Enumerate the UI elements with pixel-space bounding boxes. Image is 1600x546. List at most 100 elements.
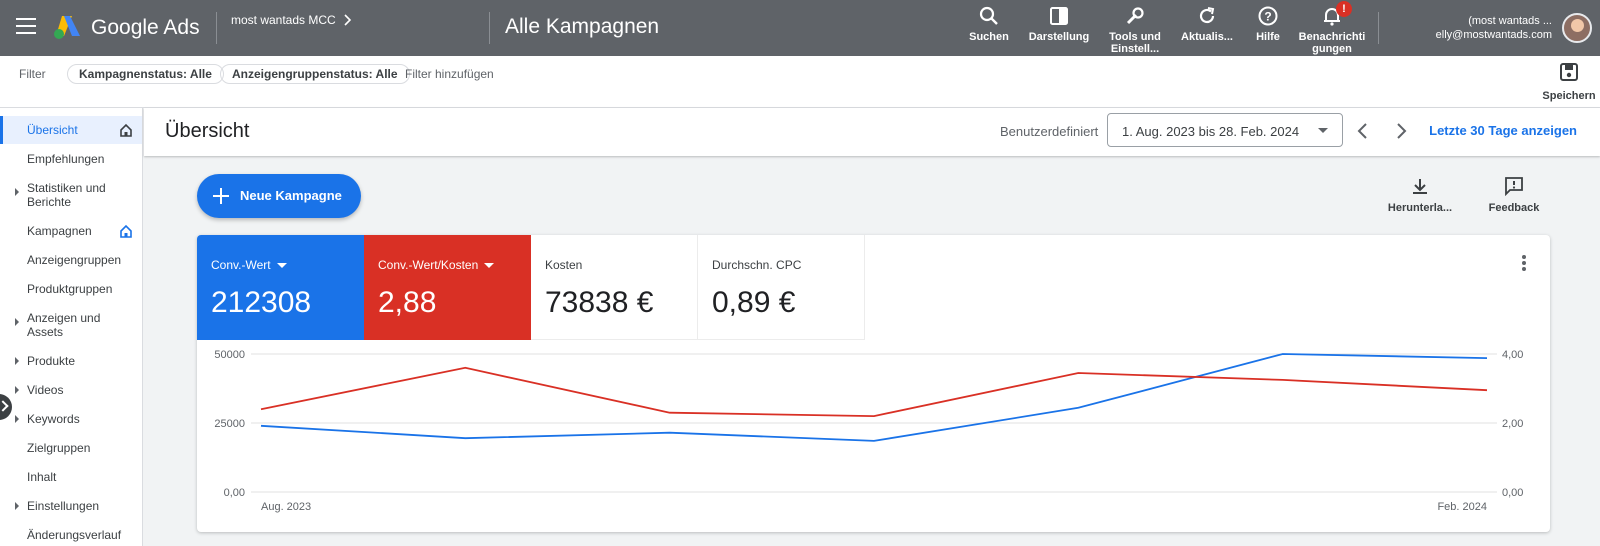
menu-icon[interactable] — [16, 18, 36, 34]
metric-avg-cpc[interactable]: Durchschn. CPC 0,89 € — [698, 235, 865, 340]
home-icon — [120, 224, 132, 238]
x-tick-label: Aug. 2023 — [261, 501, 311, 513]
search-icon — [979, 6, 998, 25]
add-filter-input[interactable]: Filter hinzufügen — [405, 67, 494, 81]
save-label: Speichern — [1542, 90, 1596, 102]
dropdown-arrow-icon — [276, 262, 287, 268]
wrench-icon — [1126, 7, 1144, 25]
sidebar-item-ads-assets[interactable]: Anzeigen und Assets — [0, 311, 142, 339]
account-selector[interactable]: most wantads MCC — [231, 13, 352, 27]
divider — [1378, 12, 1379, 44]
caret-right-icon — [15, 502, 19, 510]
page-title-bar: Übersicht Benutzerdefiniert 1. Aug. 2023… — [144, 108, 1600, 156]
help-button[interactable]: ? Hilfe — [1233, 5, 1303, 43]
plus-icon — [211, 186, 231, 206]
sidebar-item-label: Keywords — [27, 412, 80, 426]
feedback-button[interactable]: Feedback — [1474, 176, 1554, 214]
filter-label: Filter — [19, 67, 46, 81]
sidebar-item-label: Anzeigen und Assets — [27, 311, 101, 339]
sidebar-item-label: Videos — [27, 383, 64, 397]
notification-badge: ! — [1336, 1, 1352, 17]
refresh-button[interactable]: Aktualis... — [1172, 5, 1242, 43]
tool-label: Suchen — [969, 31, 1009, 43]
chevron-left-icon[interactable] — [1354, 122, 1372, 140]
page-title: Übersicht — [165, 120, 250, 142]
sidebar-item-adgroups[interactable]: Anzeigengruppen — [0, 253, 142, 269]
refresh-icon — [1199, 7, 1215, 24]
tool-label: Hilfe — [1256, 31, 1280, 43]
google-ads-logo — [54, 16, 80, 39]
caret-right-icon — [15, 188, 19, 196]
caret-right-icon — [15, 415, 19, 423]
user-info[interactable]: (most wantads ... elly@mostwantads.com — [1436, 14, 1552, 42]
performance-card: Conv.-Wert 212308 Conv.-Wert/Kosten 2,88… — [197, 235, 1550, 532]
sidebar-item-audiences[interactable]: Zielgruppen — [0, 441, 142, 457]
tool-label: Tools und Einstell... — [1109, 31, 1161, 55]
account-name: most wantads MCC — [231, 13, 336, 27]
y-left-tick-label: 0,00 — [224, 487, 245, 499]
tools-settings-button[interactable]: Tools und Einstell... — [1100, 5, 1170, 55]
new-campaign-button[interactable]: Neue Kampagne — [197, 174, 361, 218]
brand-name: Google Ads — [91, 16, 200, 39]
help-icon: ? — [1258, 6, 1278, 26]
filter-bar: Filter Kampagnenstatus: Alle Anzeigengru… — [0, 56, 1600, 108]
dropdown-arrow-icon — [484, 262, 495, 268]
sidebar-item-label: Produktgruppen — [27, 282, 113, 296]
sidebar-item-recommendations[interactable]: Empfehlungen — [0, 152, 142, 168]
caret-right-icon — [15, 357, 19, 365]
notifications-button[interactable]: ! Benachrichti gungen — [1297, 1, 1367, 55]
sidebar-item-videos[interactable]: Videos — [0, 383, 142, 399]
sidebar-item-label: Produkte — [27, 354, 76, 368]
appearance-button[interactable]: Darstellung — [1024, 5, 1094, 43]
search-button[interactable]: Suchen — [954, 5, 1024, 43]
metric-cost[interactable]: Kosten 73838 € — [531, 235, 698, 340]
sidebar-item-change-history[interactable]: Änderungsverlauf — [0, 528, 142, 544]
y-right-tick-label: 4,00 — [1502, 349, 1523, 361]
sidebar-item-keywords[interactable]: Keywords — [0, 412, 142, 428]
top-bar: Google Ads most wantads MCC Alle Kampagn… — [0, 0, 1600, 56]
y-left-tick-label: 50000 — [214, 349, 245, 361]
metric-name: Conv.-Wert — [211, 258, 271, 272]
sidebar-item-label: Übersicht — [27, 123, 78, 137]
download-button[interactable]: Herunterla... — [1380, 176, 1460, 214]
sidebar-item-campaigns[interactable]: Kampagnen — [0, 224, 142, 240]
last-30-days-link[interactable]: Letzte 30 Tage anzeigen — [1429, 123, 1577, 138]
sidebar-item-settings[interactable]: Einstellungen — [0, 499, 142, 515]
metric-name: Kosten — [545, 258, 583, 272]
date-range-select[interactable]: 1. Aug. 2023 bis 28. Feb. 2024 — [1107, 113, 1343, 147]
metric-name: Durchschn. CPC — [712, 258, 802, 272]
sidebar-item-label: Kampagnen — [27, 224, 92, 238]
series-line-conv-value-cost — [260, 366, 1488, 418]
sidebar-item-content[interactable]: Inhalt — [0, 470, 142, 486]
metric-conv-value[interactable]: Conv.-Wert 212308 — [197, 235, 364, 340]
y-right-tick-label: 0,00 — [1502, 487, 1523, 499]
sidebar-item-overview[interactable]: Übersicht — [0, 116, 142, 144]
sidebar-item-products[interactable]: Produkte — [0, 354, 142, 370]
series-line-conv-value — [260, 353, 1488, 442]
sidebar-item-label: Empfehlungen — [27, 152, 105, 166]
chevron-right-icon[interactable] — [1392, 122, 1410, 140]
sidebar-item-label: Änderungsverlauf — [27, 528, 122, 542]
home-icon — [120, 123, 132, 137]
user-email: elly@mostwantads.com — [1435, 29, 1552, 41]
save-button[interactable]: Speichern — [1542, 62, 1596, 102]
chevron-right-icon — [344, 14, 351, 26]
divider — [489, 12, 490, 44]
sidebar-item-reports[interactable]: Statistiken und Berichte — [0, 181, 142, 209]
filter-chip-campaign-status[interactable]: Kampagnenstatus: Alle — [67, 64, 224, 84]
metric-name: Conv.-Wert/Kosten — [378, 258, 479, 272]
metric-conv-value-cost[interactable]: Conv.-Wert/Kosten 2,88 — [364, 235, 531, 340]
sidebar-item-label: Einstellungen — [27, 499, 100, 513]
sidebar-item-label: Statistiken und Berichte — [27, 181, 106, 209]
more-options-icon[interactable] — [1522, 255, 1526, 273]
filter-chip-adgroup-status[interactable]: Anzeigengruppenstatus: Alle — [220, 64, 410, 84]
avatar[interactable] — [1562, 13, 1592, 43]
sidebar-item-productgroups[interactable]: Produktgruppen — [0, 282, 142, 298]
tool-label: Aktualis... — [1181, 31, 1233, 43]
y-left-tick-label: 25000 — [214, 418, 245, 430]
feedback-label: Feedback — [1488, 202, 1540, 214]
download-icon — [1413, 179, 1427, 194]
divider — [216, 12, 217, 44]
date-range-type: Benutzerdefiniert — [1000, 124, 1099, 139]
metric-value: 0,89 € — [712, 286, 796, 319]
